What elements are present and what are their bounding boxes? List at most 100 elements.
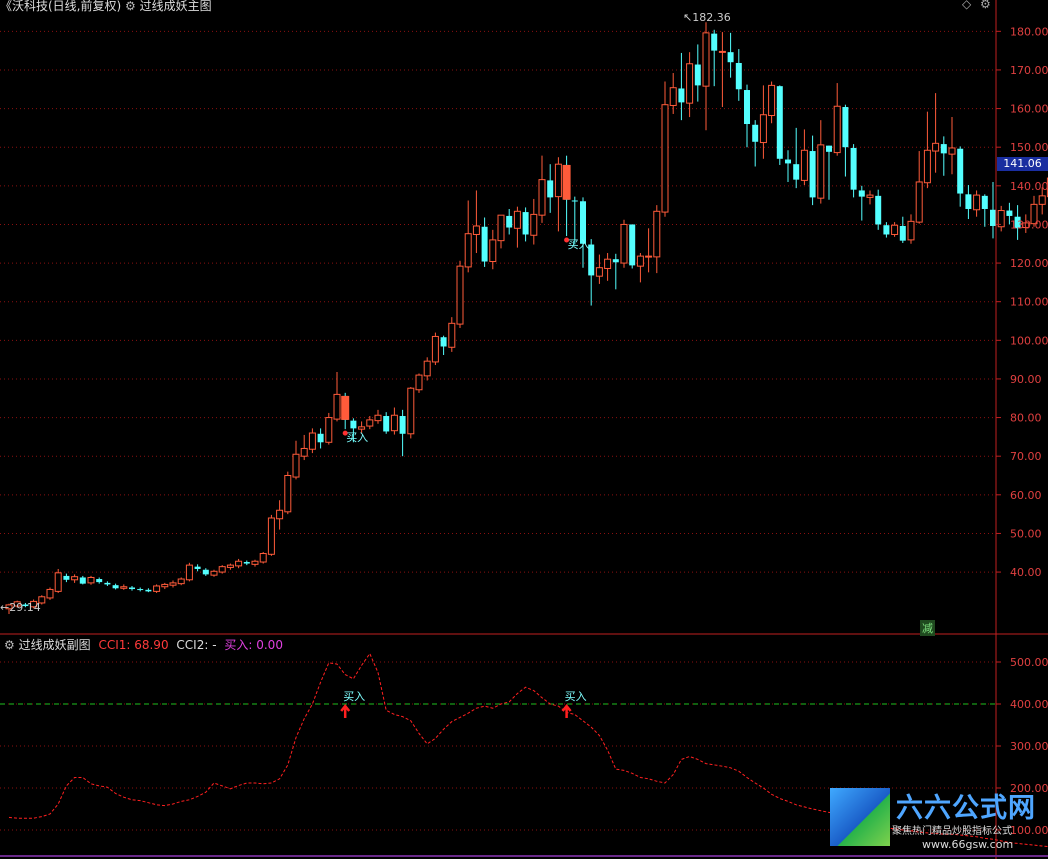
candle (145, 588, 152, 593)
candle-body (891, 224, 899, 235)
candle (580, 197, 586, 268)
candle-body (218, 566, 226, 573)
candle (489, 229, 497, 270)
candle-body (678, 88, 685, 103)
candle-body (169, 582, 177, 586)
buy-value: 买入: 0.00 (224, 638, 283, 652)
candle (800, 129, 808, 186)
candle-body (202, 569, 209, 575)
candle (793, 127, 800, 189)
candle-body (752, 124, 759, 142)
gear-icon[interactable]: ⚙ (980, 0, 991, 11)
candle-body (965, 194, 972, 209)
diamond-icon[interactable]: ◇ (962, 0, 971, 11)
candle (333, 371, 341, 422)
low-price-label: ←29.14 (0, 601, 41, 614)
reduce-marker: 减 (920, 620, 935, 636)
candle-body (629, 224, 636, 266)
candle (833, 83, 841, 156)
candle-body (317, 433, 324, 443)
candle (620, 219, 628, 268)
candle-body (604, 258, 612, 269)
gear-icon[interactable]: ⚙ (4, 638, 15, 652)
candle-body (981, 195, 988, 209)
candle-body (554, 163, 562, 198)
y-tick-label: 160.00 (1010, 103, 1048, 116)
candle-body (875, 195, 882, 225)
candle-body (251, 560, 259, 565)
candle-body (46, 588, 54, 599)
candle (63, 573, 70, 583)
arrow-icon: ↖ (683, 11, 693, 24)
candle (202, 568, 209, 576)
candle (744, 84, 750, 148)
main-indicator-name: 过线成妖主图 (139, 0, 212, 13)
candle (210, 569, 218, 577)
candle-body (79, 577, 86, 584)
stock-title: 《沃科技(日线,前复权) (0, 0, 122, 13)
candle (858, 185, 865, 221)
candle-body (883, 225, 890, 235)
candle-body (744, 90, 750, 125)
candle-body (620, 223, 628, 264)
candle (932, 93, 940, 173)
y-tick-label: 110.00 (1010, 296, 1048, 309)
buy-label: 买入 (343, 690, 365, 703)
candle-body (423, 360, 431, 377)
candle-body (522, 212, 529, 235)
candle-body (694, 64, 701, 86)
candle-body (990, 209, 996, 226)
candle (169, 580, 177, 588)
candle (907, 214, 915, 244)
candle-body (259, 553, 267, 563)
candle (826, 145, 832, 200)
candle (325, 412, 333, 445)
candle-body (932, 142, 940, 152)
candle (284, 471, 292, 515)
candle (694, 44, 701, 102)
chart-canvas: 40.00 50.00 60.00 70.00 80.00 90.00 100.00 110.… (0, 0, 1048, 859)
candle (153, 584, 161, 593)
candle (235, 558, 243, 569)
candle-body (96, 579, 103, 583)
candle-body (686, 63, 694, 104)
buy-arrow (340, 703, 351, 718)
cci2-value: CCI2: - (176, 638, 217, 652)
candle (366, 416, 374, 430)
candle (776, 85, 783, 165)
candle (653, 205, 661, 274)
candle-body (850, 147, 857, 190)
candle (547, 164, 554, 213)
candle-body (940, 144, 947, 154)
candle-body (366, 419, 374, 427)
candle-body (300, 447, 308, 457)
candle-body (243, 562, 250, 564)
candle (768, 81, 776, 124)
gear-icon[interactable]: ⚙ (125, 0, 136, 13)
candle (711, 29, 718, 87)
candle (423, 357, 431, 381)
candle-body (210, 570, 218, 576)
candle-body (817, 144, 825, 199)
candle (46, 587, 54, 600)
logo-url: www.66gsw.com (922, 838, 1014, 851)
candle-body (325, 417, 333, 443)
candle-body (661, 104, 669, 213)
candle (226, 563, 234, 570)
candle-body (530, 213, 538, 236)
buy-label: 买入 (565, 690, 587, 703)
main-header: 《沃科技(日线,前复权) ⚙ 过线成妖主图 (0, 0, 212, 14)
candle (506, 208, 513, 235)
candle-body (866, 194, 874, 198)
candle-body (915, 181, 923, 223)
candle (259, 551, 267, 564)
candle-body (595, 267, 603, 277)
candle-body (571, 200, 578, 202)
candle-body (612, 259, 619, 263)
candle-body (653, 210, 661, 258)
candle-body (235, 560, 243, 567)
candle-body (636, 255, 644, 267)
buy-arrow (561, 703, 572, 718)
candle (267, 514, 275, 556)
candle (759, 85, 767, 159)
